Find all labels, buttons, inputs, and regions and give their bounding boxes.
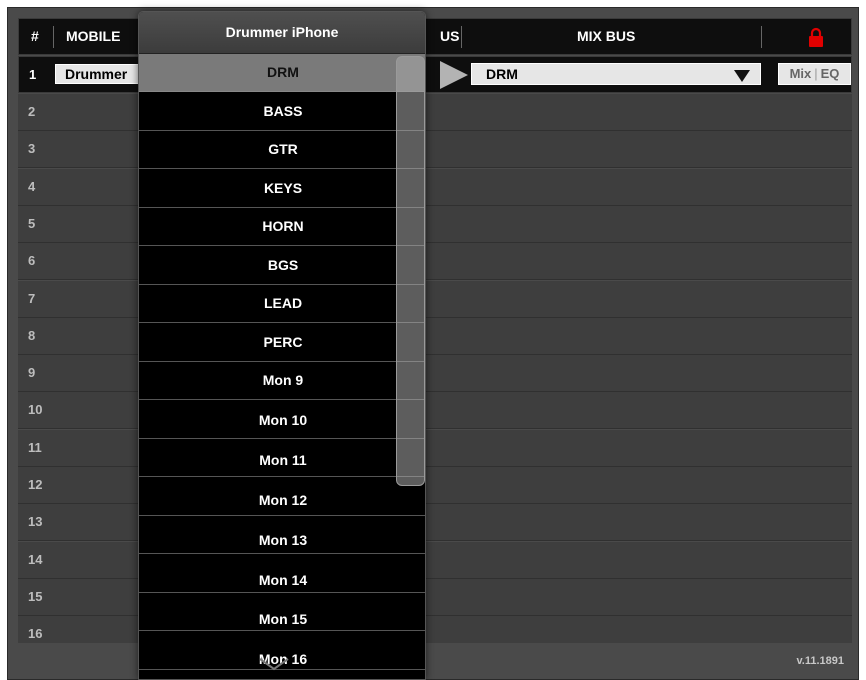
dropdown-option[interactable]: LEAD — [139, 285, 425, 323]
header-bus-partial: US — [440, 28, 460, 44]
row-number: 5 — [28, 215, 36, 231]
row-number: 10 — [28, 402, 43, 418]
dropdown-option[interactable]: Mon 13 — [139, 516, 425, 554]
dropdown-option[interactable]: Mon 14 — [139, 555, 425, 593]
row-number: 6 — [28, 253, 36, 269]
header-num: # — [31, 28, 39, 44]
row-number: 11 — [28, 439, 42, 455]
mix-eq-toggle[interactable]: Mix | EQ — [778, 63, 851, 85]
dropdown-option-label: BGS — [267, 256, 299, 273]
mix-bus-value: DRM — [486, 66, 518, 82]
chevron-down-icon[interactable] — [258, 657, 290, 671]
dropdown-title: Drummer iPhone — [139, 12, 425, 54]
dropdown-option[interactable]: DRM — [139, 54, 425, 92]
row-number: 9 — [28, 365, 36, 381]
version-label: v.11.1891 — [796, 655, 844, 667]
dropdown-option-label: Mon 13 — [258, 531, 308, 548]
lock-icon[interactable] — [808, 27, 824, 47]
dropdown-option[interactable]: BASS — [139, 93, 425, 131]
dropdown-option-label: PERC — [263, 333, 303, 350]
header-mobile: MOBILE — [66, 28, 121, 44]
dropdown-option-label: Mon 11 — [259, 451, 307, 468]
row-number: 1 — [29, 67, 37, 82]
triangle-down-icon — [734, 70, 750, 82]
row-number: 3 — [28, 141, 36, 157]
dropdown-option-label: LEAD — [263, 295, 303, 311]
row-number: 12 — [28, 477, 43, 492]
dropdown-option[interactable]: Mon 15 — [139, 593, 425, 631]
dropdown-option[interactable]: Mon 11 — [139, 439, 425, 477]
row-number: 4 — [28, 178, 36, 194]
dropdown-option-label: KEYS — [263, 179, 303, 196]
dropdown-option[interactable]: HORN — [139, 208, 425, 246]
row-number: 7 — [28, 290, 36, 306]
mix-label[interactable]: Mix — [790, 66, 812, 81]
dropdown-option-label: Mon 10 — [258, 411, 308, 428]
dropdown-option[interactable]: Mon 9 — [139, 362, 425, 400]
header-divider — [761, 26, 762, 48]
dropdown-option-label: Mon 14 — [258, 571, 308, 588]
mix-bus-select[interactable]: DRM — [471, 63, 761, 85]
dropdown-option[interactable]: KEYS — [139, 170, 425, 208]
header-divider — [53, 26, 54, 48]
dropdown-option-label: DRM — [267, 64, 299, 80]
dropdown-option-label: HORN — [262, 218, 304, 234]
footer: v.11.1891 — [8, 643, 858, 679]
dropdown-option-label: Mon 15 — [258, 611, 308, 628]
dropdown-option[interactable]: BGS — [139, 247, 425, 285]
mixer-app: # MOBILE US MIX BUS 1 Drummer DRM Mix | EQ 2 3 4… — [7, 7, 859, 680]
dropdown-option-label: Mon 12 — [258, 491, 308, 508]
row-number: 2 — [28, 104, 36, 119]
row-number: 15 — [28, 588, 43, 604]
dropdown-option[interactable]: Mon 12 — [139, 478, 425, 516]
dropdown-option[interactable]: Mon 10 — [139, 401, 425, 439]
bus-picker-dropdown[interactable]: Drummer iPhone DRM BASS GTR KEYS HORN BGS LEAD… — [138, 11, 426, 680]
mix-eq-separator: | — [814, 66, 818, 81]
row-number: 8 — [28, 327, 36, 343]
dropdown-option-label: Mon 9 — [262, 372, 304, 388]
row-number: 14 — [28, 551, 43, 567]
eq-label[interactable]: EQ — [821, 66, 840, 81]
dropdown-option-label: GTR — [268, 141, 298, 157]
row-number: 13 — [28, 514, 43, 530]
dropdown-scrollbar[interactable] — [396, 56, 425, 486]
header-mix-bus: MIX BUS — [577, 28, 636, 44]
header-divider — [461, 26, 462, 48]
arrow-right-icon — [440, 61, 468, 89]
dropdown-option-label: BASS — [263, 102, 303, 119]
dropdown-option[interactable]: GTR — [139, 131, 425, 169]
dropdown-option[interactable]: PERC — [139, 324, 425, 362]
